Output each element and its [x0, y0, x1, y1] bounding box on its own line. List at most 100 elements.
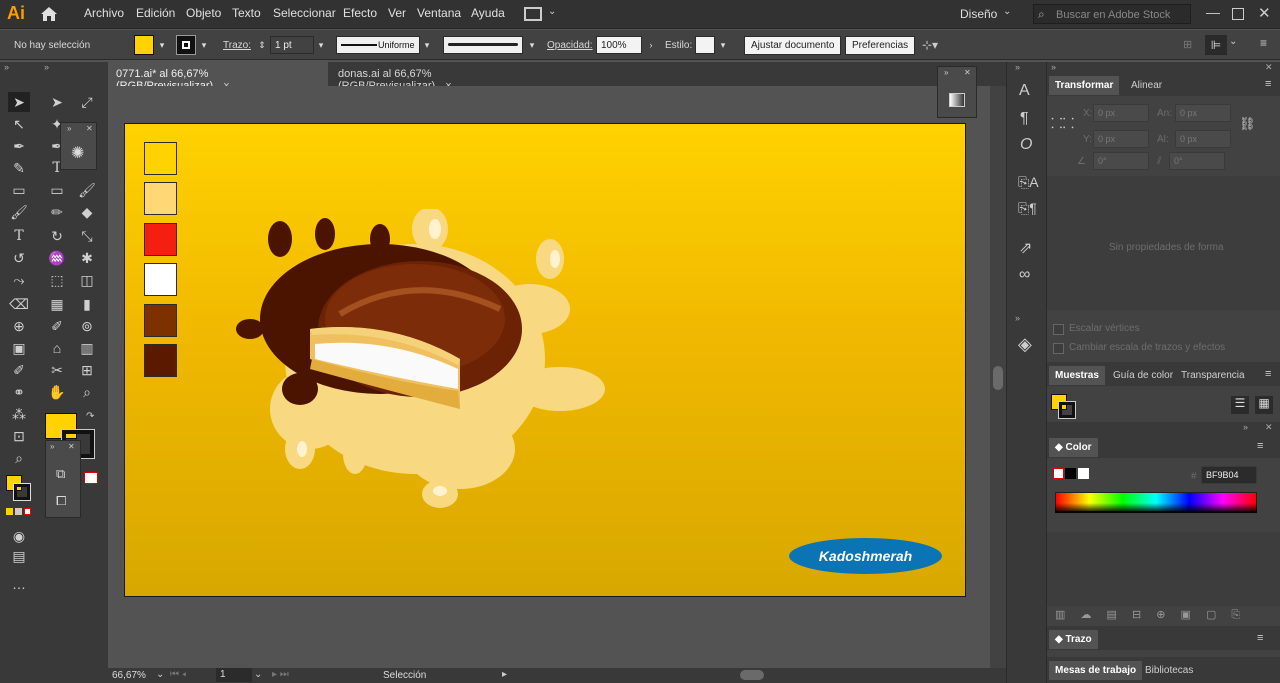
artboard-icon[interactable]: ⊞: [76, 360, 98, 380]
eraser-icon[interactable]: ⌫: [8, 294, 30, 314]
rotate-input[interactable]: 0°: [1093, 152, 1149, 170]
adjust-document-button[interactable]: Ajustar documento: [744, 36, 842, 55]
none-swatch-icon[interactable]: [84, 472, 98, 484]
swap-colors-icon[interactable]: [3, 456, 25, 476]
symbol-tool-icon[interactable]: ✺: [71, 143, 84, 163]
perspective-icon[interactable]: ◫: [76, 270, 98, 290]
panel-menu-icon[interactable]: ≡: [1257, 440, 1263, 452]
menu-ventana[interactable]: Ventana: [417, 6, 461, 20]
chevron-down-icon[interactable]: ▾: [156, 36, 168, 54]
menu-objeto[interactable]: Objeto: [186, 6, 221, 20]
color-mode-icon[interactable]: [6, 508, 13, 515]
workspace-switcher[interactable]: Diseño: [960, 7, 997, 21]
chevron-down-icon[interactable]: ⌄: [1229, 36, 1237, 47]
tab-0771[interactable]: 0771.ai* al 66,67% (RGB/Previsualizar)×: [108, 62, 328, 92]
gradient-tool-icon[interactable]: ▮: [76, 294, 98, 314]
constrain-proportions-icon[interactable]: ⛓: [1239, 116, 1256, 132]
first-artboard-icon[interactable]: ⏮ ◂: [170, 669, 186, 680]
tab-trazo[interactable]: ◆ Trazo: [1049, 630, 1098, 649]
menu-ver[interactable]: Ver: [388, 6, 406, 20]
chevron-down-icon[interactable]: ▾: [717, 36, 729, 54]
stroke-color-box[interactable]: [13, 483, 31, 501]
tab-transformar[interactable]: Transformar: [1049, 76, 1120, 95]
brush-definition[interactable]: [443, 36, 523, 54]
list-view-icon[interactable]: ☰: [1231, 396, 1249, 414]
layers-icon[interactable]: ◈: [1018, 334, 1032, 355]
swatch-stroke-indicator[interactable]: [1058, 401, 1076, 419]
warp-icon[interactable]: ♒: [46, 248, 68, 268]
zoom-dropdown-icon[interactable]: ⌄: [156, 669, 164, 680]
chevron-down-icon[interactable]: ▾: [421, 36, 433, 54]
collapse-icon[interactable]: »: [67, 124, 71, 133]
slice-icon[interactable]: ✂: [46, 360, 68, 380]
links-icon[interactable]: ∞: [1019, 266, 1030, 284]
swatch-actions-icons[interactable]: ▥ ☁ ▤ ⊟ ⊕ ▣ ▢ ⎘: [1055, 608, 1246, 622]
stock-search[interactable]: ⌕ Buscar en Adobe Stock: [1033, 4, 1191, 24]
minimize-icon[interactable]: —: [1206, 4, 1220, 20]
collapse-icon[interactable]: »: [944, 68, 948, 77]
group-select-icon[interactable]: ⤢: [76, 92, 98, 112]
column-graph-icon[interactable]: ▥: [76, 338, 98, 358]
tab-alinear[interactable]: Alinear: [1125, 76, 1168, 95]
zoom-level[interactable]: 66,67%: [112, 670, 146, 681]
artboard[interactable]: Kadoshmerah: [124, 123, 966, 597]
eyedropper-icon[interactable]: ✐: [8, 360, 30, 380]
rectangle-icon[interactable]: ▭: [8, 180, 30, 200]
variable-width-profile[interactable]: Uniforme: [336, 36, 420, 54]
close-icon[interactable]: ✕: [68, 442, 75, 451]
tab-color[interactable]: ◆ Color: [1049, 438, 1098, 457]
type-tool-icon[interactable]: T: [8, 226, 30, 246]
width-tool-icon[interactable]: ⤳: [8, 270, 30, 290]
tab-mesas-trabajo[interactable]: Mesas de trabajo: [1049, 661, 1143, 680]
curvature-icon[interactable]: ✎: [8, 158, 30, 178]
gradient-mode-icon[interactable]: [15, 508, 22, 515]
symbol-sprayer-icon[interactable]: ⁂: [8, 404, 30, 424]
chevron-down-icon[interactable]: ⌄: [254, 669, 262, 680]
blob-brush-icon[interactable]: ◆: [76, 202, 98, 222]
opacity-label[interactable]: Opacidad:: [547, 40, 593, 51]
tab-transparencia[interactable]: Transparencia: [1175, 366, 1251, 385]
black-color-icon[interactable]: [1065, 468, 1076, 479]
menu-edicion[interactable]: Edición: [136, 6, 175, 20]
width-input[interactable]: 0 px: [1175, 104, 1231, 122]
tab-muestras[interactable]: Muestras: [1049, 366, 1105, 385]
close-icon[interactable]: ✕: [964, 68, 971, 77]
paintbrush-icon[interactable]: 🖌: [8, 202, 30, 222]
chevron-down-icon[interactable]: ▾: [315, 36, 327, 54]
artboard-tool-icon[interactable]: ⊡: [8, 426, 30, 446]
status-menu-icon[interactable]: ▸: [502, 669, 507, 680]
selection-tool-icon[interactable]: ➤: [8, 92, 30, 112]
paragraph-styles-icon[interactable]: ⎘¶: [1018, 200, 1037, 217]
close-icon[interactable]: ✕: [86, 124, 93, 133]
artboard-number[interactable]: 1: [216, 668, 252, 682]
panel-menu-icon[interactable]: ≡: [1265, 78, 1271, 90]
opentype-icon[interactable]: O: [1020, 136, 1032, 154]
close-icon[interactable]: ✕: [1265, 62, 1273, 73]
eyedropper-tool-icon[interactable]: ✐: [46, 316, 68, 336]
next-artboard-icon[interactable]: ▸ ⏭: [272, 669, 289, 680]
menu-archivo[interactable]: Archivo: [84, 6, 124, 20]
tab-donas[interactable]: donas.ai al 66,67% (RGB/Previsualizar)×: [330, 62, 552, 92]
align-icon[interactable]: ⊞: [1183, 38, 1192, 51]
preferences-button[interactable]: Preferencias: [845, 36, 916, 55]
hand-icon[interactable]: ✋: [46, 382, 68, 402]
close-icon[interactable]: ✕: [1258, 4, 1271, 22]
blend-icon[interactable]: ⚭: [8, 382, 30, 402]
shear-input[interactable]: 0°: [1169, 152, 1225, 170]
hex-input[interactable]: BF9B04: [1201, 466, 1257, 484]
y-input[interactable]: 0 px: [1093, 130, 1149, 148]
stroke-label[interactable]: Trazo:: [223, 40, 251, 51]
character-icon[interactable]: A: [1019, 82, 1030, 100]
stepper-icon[interactable]: ⇕: [256, 36, 268, 54]
chevron-down-icon[interactable]: ▾: [198, 36, 210, 54]
rotate-tool-icon[interactable]: ↻: [46, 226, 68, 246]
maximize-icon[interactable]: [1232, 8, 1244, 20]
layer-stack-icon[interactable]: ⧉: [56, 466, 65, 482]
chevron-down-icon[interactable]: ▾: [526, 36, 538, 54]
shape-builder-icon[interactable]: ⊕: [8, 316, 30, 336]
collapse-icon[interactable]: »: [1015, 62, 1020, 72]
pen-tool-icon[interactable]: ✒: [8, 136, 30, 156]
collapse-icon[interactable]: »: [1051, 62, 1056, 72]
mesh-icon[interactable]: ▦: [46, 294, 68, 314]
reference-point-icon[interactable]: ⸬⸬: [1051, 114, 1074, 133]
